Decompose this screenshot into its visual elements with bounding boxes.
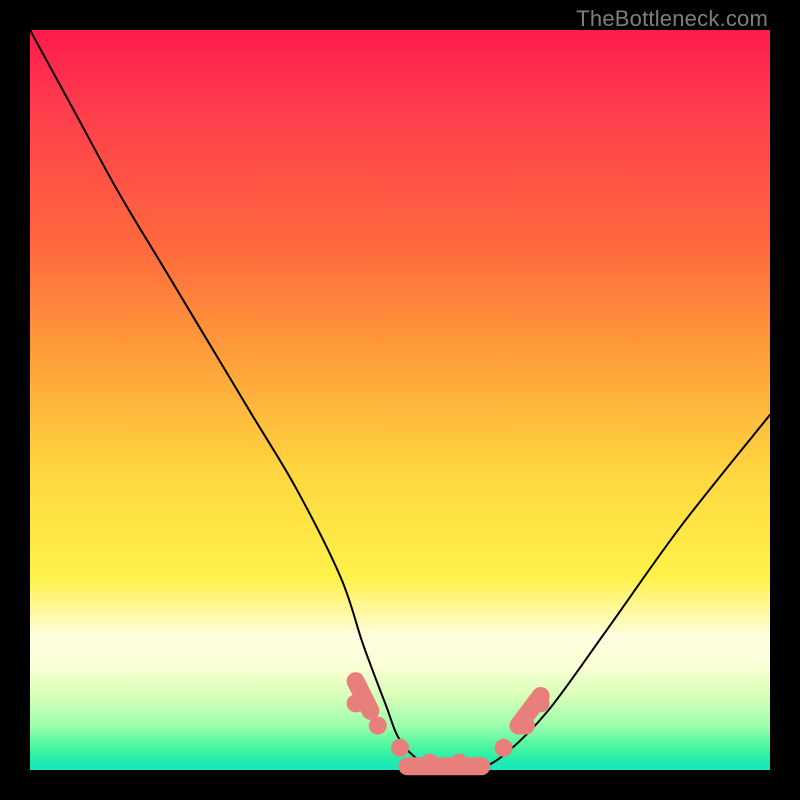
curve-path xyxy=(30,30,770,771)
attribution-text: TheBottleneck.com xyxy=(576,6,768,32)
bottleneck-curve xyxy=(30,30,770,770)
chart-wrapper: TheBottleneck.com xyxy=(0,0,800,800)
plot-area xyxy=(30,30,770,770)
curve-marker xyxy=(495,739,513,757)
curve-marker xyxy=(391,739,409,757)
curve-markers xyxy=(347,681,550,771)
curve-marker xyxy=(518,696,540,726)
